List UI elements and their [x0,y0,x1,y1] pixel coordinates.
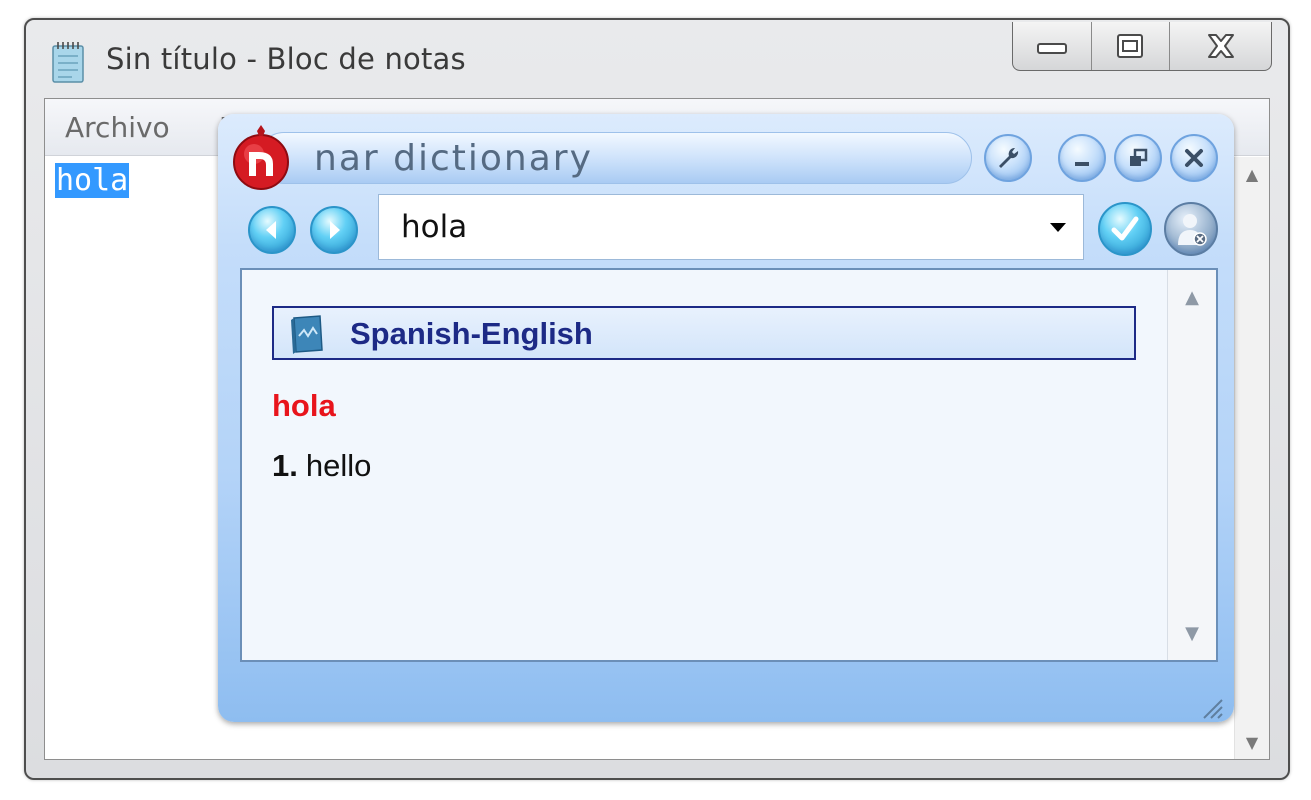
forward-button[interactable] [310,206,358,254]
result-content: Spanish-English hola 1. hello [242,270,1166,660]
maximize-button[interactable] [1090,22,1170,70]
menu-archivo[interactable]: Archivo [65,111,170,144]
minimize-button[interactable] [1013,22,1091,70]
checkmark-icon [1111,216,1139,241]
maximize-icon [1117,34,1144,58]
caret-down-icon [1050,223,1066,232]
restore-icon [1130,148,1148,166]
dictionary-section-header[interactable]: Spanish-English [272,306,1136,360]
search-input[interactable] [379,195,1029,259]
scroll-up-icon[interactable]: ▲ [1235,159,1269,189]
editor-scrollbar[interactable]: ▲ ▼ [1234,157,1269,759]
arrow-right-icon [330,221,340,239]
book-icon [291,315,323,354]
user-icon [1178,214,1207,246]
scroll-down-icon[interactable]: ▼ [1168,616,1216,650]
settings-button[interactable] [984,134,1032,182]
restore-button[interactable] [1114,134,1162,182]
sense-text: hello [305,448,372,483]
dictionary-title: nar dictionary [314,138,593,179]
translate-button[interactable] [1098,202,1152,256]
result-scrollbar[interactable]: ▲ ▼ [1167,270,1216,660]
minimize-icon [1075,162,1089,166]
search-box [378,194,1084,260]
caption-buttons [1012,22,1272,71]
nar-logo-icon [233,125,289,190]
close-button[interactable] [1169,22,1271,70]
close-icon [1207,34,1234,58]
arrow-left-icon [266,221,276,239]
scroll-up-icon[interactable]: ▲ [1168,280,1216,314]
headword: hola [272,388,336,423]
search-dropdown-button[interactable] [1033,195,1083,259]
sense-number: 1. [272,448,298,483]
dictionary-name: Spanish-English [350,316,593,351]
close-button[interactable] [1170,134,1218,182]
dictionary-window: nar dictionary hola Spanish-English hola… [218,114,1234,722]
wrench-icon [999,147,1019,168]
back-button[interactable] [248,206,296,254]
scroll-down-icon[interactable]: ▼ [1235,727,1269,757]
text-editor[interactable]: hola [55,163,130,198]
notepad-titlebar[interactable]: Sin título - Bloc de notas [26,20,1288,98]
user-button[interactable] [1164,202,1218,256]
window-title: Sin título - Bloc de notas [106,42,466,76]
minimize-icon [1036,43,1067,54]
sense-line: 1. hello [272,448,371,484]
close-icon [1185,149,1203,167]
notepad-icon [52,42,84,83]
selected-text[interactable]: hola [55,163,130,198]
result-panel: Spanish-English hola 1. hello ▲ ▼ [240,268,1218,662]
minimize-button[interactable] [1058,134,1106,182]
resize-grip-icon[interactable] [1198,694,1224,720]
